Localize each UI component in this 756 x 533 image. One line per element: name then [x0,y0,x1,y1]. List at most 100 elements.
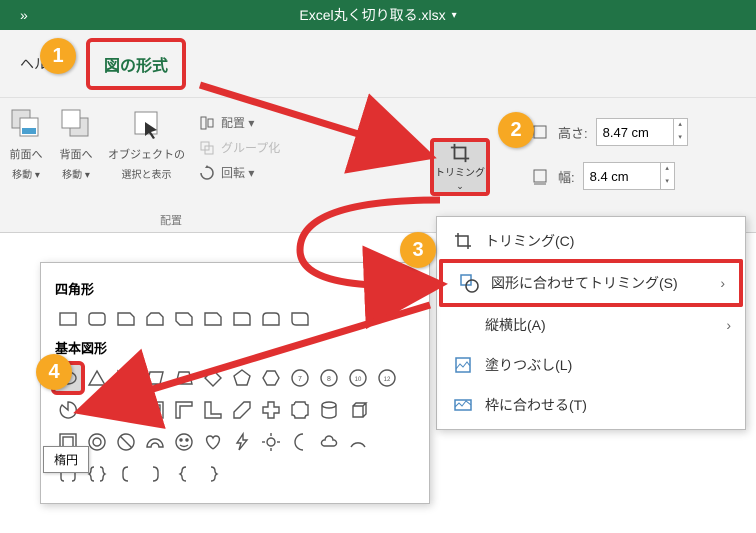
shape-can[interactable] [316,397,342,423]
crop-to-shape-icon [459,273,479,293]
shape-right-triangle[interactable] [113,365,139,391]
shape-parallelogram[interactable] [142,365,168,391]
basic-shapes-row-1: 7 8 10 12 [55,365,415,391]
shape-rectangle[interactable] [55,306,81,332]
shape-sun[interactable] [258,429,284,455]
shape-right-brace[interactable] [200,461,226,487]
svg-text:7: 7 [298,376,302,383]
shape-pentagon[interactable] [229,365,255,391]
shape-lightning[interactable] [229,429,255,455]
menu-aspect-ratio[interactable]: 縦横比(A) › [437,305,745,345]
shape-left-brace[interactable] [171,461,197,487]
shape-rounded-rect[interactable] [84,306,110,332]
chevron-down-icon: ⌄ [456,181,464,192]
svg-text:12: 12 [384,377,391,383]
shape-teardrop[interactable] [113,397,139,423]
shape-heart[interactable] [200,429,226,455]
trimming-button[interactable]: トリミング ⌄ [430,138,490,196]
shape-block-arc[interactable] [142,429,168,455]
crop-icon [448,142,472,164]
shape-trapezoid[interactable] [171,365,197,391]
svg-text:10: 10 [355,377,362,383]
ribbon: 前面へ 移動 ▾ 背面へ 移動 ▾ オブジェクトの 選択と表示 配置 ▾ グルー… [0,98,756,233]
trimming-menu: トリミング(C) 図形に合わせてトリミング(S) › 縦横比(A) › 塗りつぶ… [436,216,746,430]
rectangles-header: 四角形 [55,279,415,298]
bring-forward-button[interactable]: 前面へ 移動 ▾ [8,106,44,181]
spinner-down[interactable]: ▾ [673,132,687,145]
shape-gallery: 四角形 基本図形 7 8 10 12 [40,262,430,504]
shape-round-2[interactable] [258,306,284,332]
shape-smiley[interactable] [171,429,197,455]
shape-chord[interactable] [84,397,110,423]
shape-triangle[interactable] [84,365,110,391]
crop-icon [453,231,473,251]
shape-decagon[interactable]: 10 [345,365,371,391]
group-button[interactable]: グループ化 [199,139,280,156]
shape-no[interactable] [113,429,139,455]
width-label: 幅: [558,167,575,186]
shape-snip-diag[interactable] [171,306,197,332]
basic-shapes-row-2 [55,397,415,423]
shape-left-bracket[interactable] [113,461,139,487]
chevron-right-icon: › [720,275,725,291]
spinner-up[interactable]: ▴ [660,163,674,176]
shape-plus[interactable] [258,397,284,423]
menu-fill[interactable]: 塗りつぶし(L) [437,345,745,385]
svg-text:8: 8 [327,376,331,383]
width-input[interactable]: 8.4 cm▴▾ [583,162,675,190]
tab-picture-format[interactable]: 図の形式 [86,38,186,90]
annotation-badge-4: 4 [36,354,72,390]
annotation-badge-2: 2 [498,112,534,148]
spinner-up[interactable]: ▴ [673,119,687,132]
shape-l[interactable] [200,397,226,423]
shape-round-1[interactable] [229,306,255,332]
shape-moon[interactable] [287,429,313,455]
arrange-group-label: 配置 [160,212,182,228]
selection-pane-button[interactable]: オブジェクトの 選択と表示 [108,106,185,181]
shape-arc[interactable] [345,429,371,455]
annotation-badge-3: 3 [400,232,436,268]
shape-cube[interactable] [345,397,371,423]
shape-heptagon[interactable]: 7 [287,365,313,391]
shape-snip-2[interactable] [142,306,168,332]
shape-tooltip: 楕円 [43,446,89,473]
shape-round-diag[interactable] [287,306,313,332]
shape-octagon[interactable]: 8 [316,365,342,391]
shape-hexagon[interactable] [258,365,284,391]
rotate-button[interactable]: 回転 ▾ [199,164,280,181]
shape-pie[interactable] [55,397,81,423]
send-backward-button[interactable]: 背面へ 移動 ▾ [58,106,94,181]
fill-icon [453,355,473,375]
shape-half-frame[interactable] [171,397,197,423]
title-dropdown-icon[interactable]: ▾ [452,10,457,21]
window-title: Excel丸く切り取る.xlsx [299,5,445,25]
annotation-badge-1: 1 [40,38,76,74]
align-button[interactable]: 配置 ▾ [199,114,280,131]
fit-icon [453,395,473,415]
shape-frame[interactable] [142,397,168,423]
shape-cloud[interactable] [316,429,342,455]
shape-dodecagon[interactable]: 12 [374,365,400,391]
shape-diag-stripe[interactable] [229,397,255,423]
menu-fit[interactable]: 枠に合わせる(T) [437,385,745,425]
height-input[interactable]: 8.47 cm▴▾ [596,118,688,146]
title-bar: » Excel丸く切り取る.xlsx ▾ [0,0,756,30]
menu-crop[interactable]: トリミング(C) [437,221,745,261]
chevron-right-icon: › [726,317,731,333]
chevron-icon: » [20,7,28,23]
shape-snip-round[interactable] [200,306,226,332]
shape-right-bracket[interactable] [142,461,168,487]
ribbon-tabs: ヘルプ 図の形式 [0,30,756,98]
menu-crop-to-shape[interactable]: 図形に合わせてトリミング(S) › [439,259,743,307]
basic-shapes-row-4 [55,461,415,487]
shape-snip-1[interactable] [113,306,139,332]
size-group: 高さ: 8.47 cm▴▾ 幅: 8.4 cm▴▾ [530,118,688,190]
width-icon [530,166,550,186]
height-label: 高さ: [558,123,588,142]
shape-plaque[interactable] [287,397,313,423]
basic-shapes-row-3 [55,429,415,455]
rectangles-row [55,306,415,332]
shape-diamond[interactable] [200,365,226,391]
spinner-down[interactable]: ▾ [660,176,674,189]
basic-shapes-header: 基本図形 [55,338,415,357]
